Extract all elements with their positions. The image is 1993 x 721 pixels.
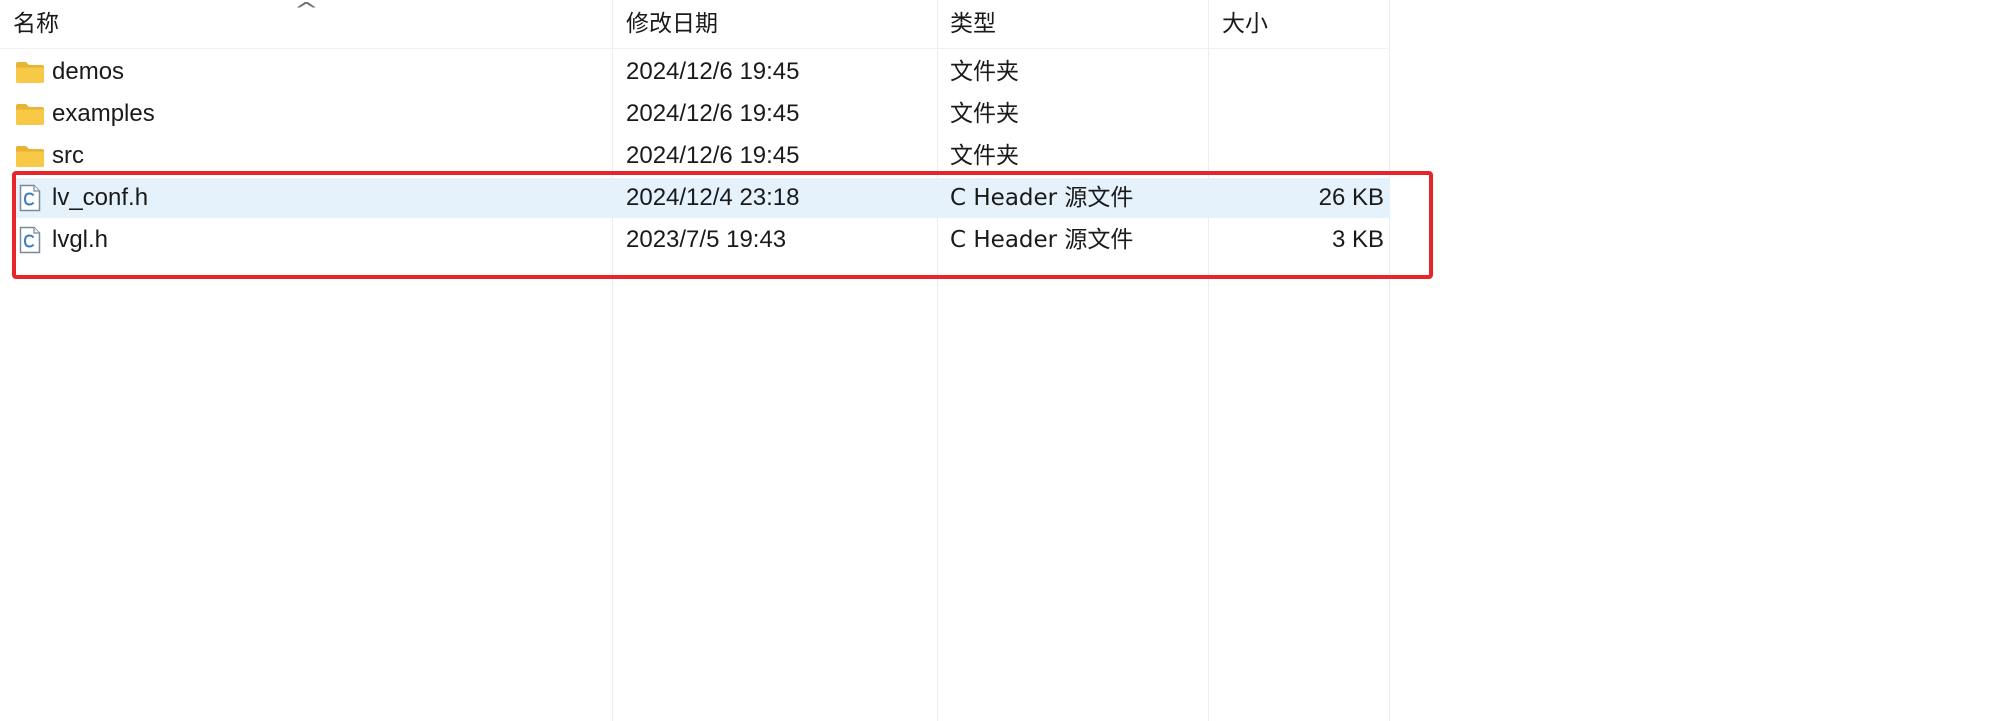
file-type: 文件夹	[950, 59, 1019, 85]
file-date: 2024/12/6 19:45	[626, 142, 800, 169]
folder-icon	[16, 104, 44, 125]
column-header-size[interactable]: 大小	[1222, 8, 1268, 40]
column-header-row: ^ 名称 修改日期 类型 大小	[0, 0, 1390, 49]
folder-icon	[16, 62, 44, 83]
red-highlight-box	[12, 171, 1433, 279]
file-size	[1220, 94, 1384, 134]
column-header-date[interactable]: 修改日期	[626, 8, 718, 40]
file-list: ^ 名称 修改日期 类型 大小 demos 2024/12/6 19:45 文件…	[0, 0, 1433, 721]
file-type: 文件夹	[950, 143, 1019, 169]
file-name: examples	[52, 100, 155, 127]
file-name: src	[52, 142, 84, 169]
file-size	[1220, 52, 1384, 92]
file-name: demos	[52, 58, 125, 85]
column-header-name[interactable]: 名称	[13, 8, 59, 40]
file-size	[1220, 136, 1384, 176]
file-row-demos[interactable]: demos 2024/12/6 19:45 文件夹	[12, 52, 1390, 92]
file-type: 文件夹	[950, 101, 1019, 127]
file-date: 2024/12/6 19:45	[626, 58, 800, 85]
folder-icon	[16, 146, 44, 167]
file-row-src[interactable]: src 2024/12/6 19:45 文件夹	[12, 136, 1390, 176]
file-date: 2024/12/6 19:45	[626, 100, 800, 127]
column-header-type[interactable]: 类型	[950, 8, 996, 40]
chevron-up-icon: ^	[293, 0, 319, 22]
file-row-examples[interactable]: examples 2024/12/6 19:45 文件夹	[12, 94, 1390, 134]
